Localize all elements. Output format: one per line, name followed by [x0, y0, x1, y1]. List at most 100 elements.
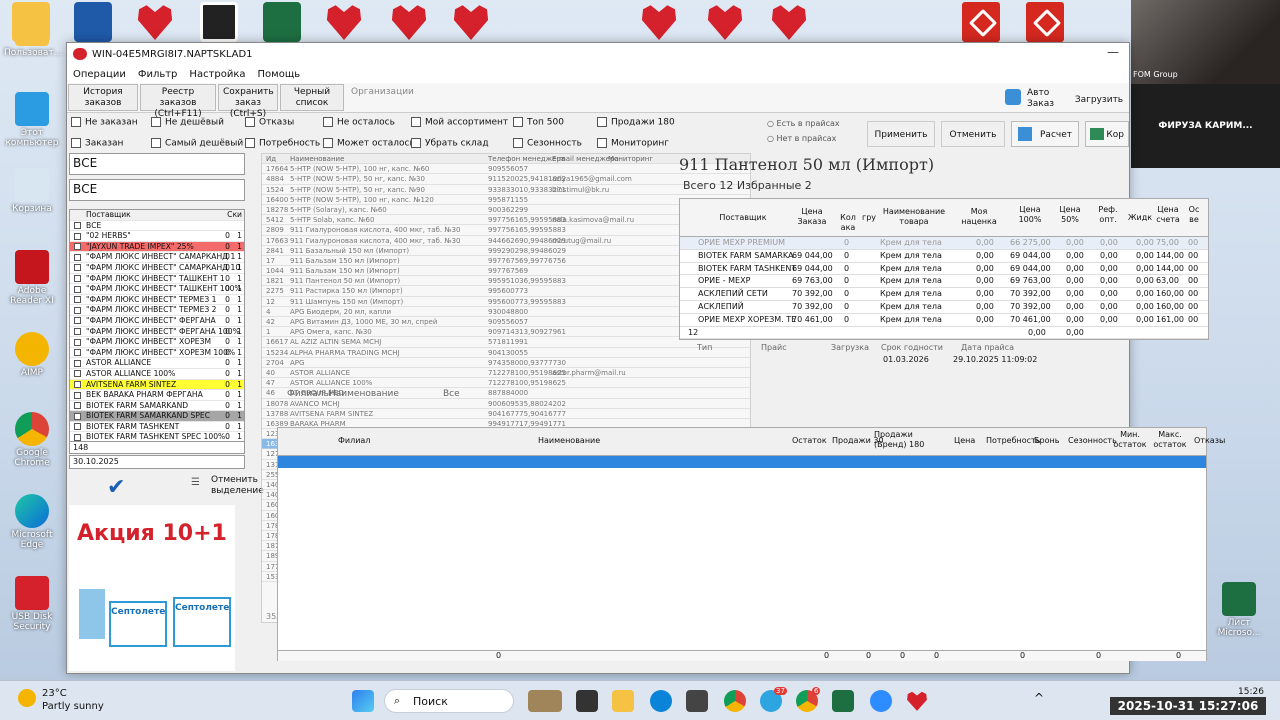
heart-app-icon-4[interactable] — [453, 5, 489, 40]
supplier-checkbox[interactable] — [74, 243, 81, 251]
clock-time[interactable]: 15:26 — [1238, 687, 1264, 697]
desktop-edge[interactable]: Microsoft Edge — [4, 494, 60, 550]
chrome-taskbar-icon[interactable] — [724, 690, 746, 712]
price-offer-row[interactable]: АСКЛЕПИЙ 70 392,00 0 Крем для тела 0,00 70 39… — [680, 301, 1208, 314]
weather-temp[interactable]: 23°C — [42, 688, 67, 699]
order-registry-button[interactable]: Реестр заказов (Ctrl+F11) — [140, 84, 216, 119]
save-order-button[interactable]: Сохранить заказ (Ctrl+S) — [218, 84, 278, 119]
organization-row[interactable]: 40 ASTOR ALLIANCE 712278100,95198625 astor.… — [262, 368, 750, 379]
filter-not-ordered[interactable]: Не заказан — [71, 117, 138, 128]
price-offer-row[interactable]: ОРИЕ МЕХР PREMIUM 0 Крем для тела 0,00 66 27… — [680, 237, 1208, 250]
category-filter-field[interactable]: ВСЕ — [69, 179, 245, 201]
desktop-user-folder[interactable]: Пользоват... — [4, 12, 62, 58]
desktop-chrome[interactable]: Google Chrome — [4, 412, 60, 468]
supplier-checkbox[interactable] — [74, 253, 81, 261]
order-history-button[interactable]: История заказов — [68, 84, 138, 111]
confirm-check-icon[interactable]: ✔ — [107, 475, 125, 500]
supplier-row[interactable]: AVITSENA FARM SINTEZ 0 1 — [70, 379, 244, 391]
group-filter-field[interactable]: ВСЕ — [69, 153, 245, 175]
edge-taskbar-icon[interactable] — [650, 690, 672, 712]
organization-row[interactable]: 1821 911 Пантенол 50 мл (Импорт) 995951036… — [262, 276, 750, 287]
load-button[interactable]: Загрузить — [1069, 85, 1129, 115]
file-explorer-icon[interactable] — [612, 690, 634, 712]
supplier-row[interactable]: ASTOR ALLIANCE 100% 0 1 — [70, 369, 244, 380]
supplier-checkbox[interactable] — [74, 285, 81, 293]
radio-not-in-price[interactable]: ○ Нет в прайсах — [767, 134, 836, 143]
organizations-button[interactable]: Организации — [346, 84, 416, 111]
price-offer-row[interactable]: ОРИЕ МЕХР ХОРЕЗМ. ТЕ 70 461,00 0 Крем для т… — [680, 314, 1208, 327]
organization-row[interactable]: 42 APG Витамин Д3, 1000 МЕ, 30 мл, спрей 9… — [262, 317, 750, 328]
desktop-adobe-reader[interactable]: Adobe Reader XI — [4, 250, 60, 306]
supplier-row[interactable]: "ФАРМ ЛЮКС ИНВЕСТ" ТЕРМЕЗ 1 01 — [70, 295, 244, 306]
supplier-row[interactable]: "ФАРМ ЛЮКС ИНВЕСТ" САМАРКАНД 10 0 1 — [70, 263, 244, 274]
zoom-icon[interactable] — [870, 690, 892, 712]
supplier-checkbox[interactable] — [74, 412, 81, 420]
supplier-row[interactable]: BEK BARAKA PHARM ФЕРГАНА 0 1 — [70, 390, 244, 401]
organization-row[interactable]: 18078 AVANCO MCHJ 900609535,88024202 — [262, 399, 750, 409]
organization-row[interactable]: 1044 911 Бальзам 150 мл (Импорт) 997767569 — [262, 266, 750, 277]
supplier-checkbox[interactable] — [74, 232, 81, 240]
calc-button[interactable]: Расчет — [1011, 121, 1079, 147]
price-offer-row[interactable]: BIOTEK FARM SAMARKA 69 044,00 0 Крем для те… — [680, 250, 1208, 263]
date-field[interactable]: 30.10.2025 — [69, 455, 245, 469]
correction-button[interactable]: Кор — [1085, 121, 1129, 147]
filter-monitoring[interactable]: Мониторинг — [597, 138, 669, 149]
supplier-checkbox[interactable] — [74, 349, 81, 357]
menu-filter[interactable]: Фильтр — [138, 69, 178, 80]
organization-row[interactable]: 15234 ALPHA PHARMA TRADING MCHJ 904130055 — [262, 348, 750, 358]
supplier-checkbox[interactable] — [74, 423, 81, 431]
widget-image-icon[interactable] — [528, 690, 562, 712]
desktop-this-pc[interactable]: Этот компьютер — [4, 92, 60, 148]
filter-my-assortment[interactable]: Мой ассортимент — [411, 117, 508, 128]
organization-row[interactable]: 2704 APG 974358000,93777730 — [262, 358, 750, 368]
filter-need[interactable]: Потребность — [245, 138, 320, 149]
organization-row[interactable]: 1 APG Омега, капс. №30 909714313,90927961 — [262, 327, 750, 338]
winrar-icon[interactable] — [200, 2, 238, 42]
organization-row[interactable]: 4884 5-HTP (NOW 5-HTP), 50 нг, капс. №30 9… — [262, 174, 750, 185]
store-icon[interactable] — [686, 690, 708, 712]
price-offer-row[interactable]: BIOTEK FARM TASHKENT 69 044,00 0 Крем для т… — [680, 263, 1208, 276]
filter-seasonality[interactable]: Сезонность — [513, 138, 582, 149]
task-view-icon[interactable] — [576, 690, 598, 712]
organization-row[interactable]: 16400 5-HTP (NOW 5-HTP), 100 нг, капс. №1… — [262, 195, 750, 205]
heart-app-icon-5[interactable] — [641, 5, 677, 40]
organization-row[interactable]: 17 911 Бальзам 150 мл (Импорт) 997767569,9… — [262, 256, 750, 267]
supplier-row[interactable]: ASTOR ALLIANCE 0 1 — [70, 358, 244, 369]
start-icon[interactable] — [352, 690, 374, 712]
supplier-checkbox[interactable] — [74, 306, 81, 314]
anydesk-icon[interactable] — [962, 2, 1000, 42]
apply-button[interactable]: Применить — [867, 121, 935, 147]
filter-cheapest[interactable]: Самый дешёвый — [151, 138, 243, 149]
organization-row[interactable]: 2275 911 Растирка 150 мл (Импорт) 99560077… — [262, 286, 750, 297]
search-box[interactable]: ⌕ Поиск — [384, 689, 514, 713]
supplier-row[interactable]: BIOTEK FARM SAMARKAND 0 1 — [70, 401, 244, 412]
selected-branch-row[interactable] — [278, 456, 1206, 468]
organization-row[interactable]: 5412 5-HTP Solab, капс. №60 997756165,9959… — [262, 215, 750, 226]
supplier-row[interactable]: "ФАРМ ЛЮКС ИНВЕСТ" ТАШКЕНТ 100% 0 1 — [70, 284, 244, 295]
desktop-aimp[interactable]: AIMP — [4, 332, 60, 378]
organization-row[interactable]: 13788 AVITSENA FARM SINTEZ 904167775,90416… — [262, 409, 750, 419]
minimize-icon[interactable]: — — [1107, 45, 1119, 59]
supplier-checkbox[interactable] — [74, 338, 81, 346]
heart-app-icon-3[interactable] — [391, 5, 427, 40]
organization-row[interactable]: 1524 5-HTP (NOW 5-HTP), 50 нг, капс. №90 9… — [262, 185, 750, 195]
supplier-row[interactable]: "ФАРМ ЛЮКС ИНВЕСТ" ТЕРМЕЗ 2 01 — [70, 305, 244, 316]
supplier-row[interactable]: "JAYXUN TRADE IMPEX" 25% 0 1 — [70, 241, 244, 253]
supplier-row[interactable]: "ФАРМ ЛЮКС ИНВЕСТ" ФЕРГАНА 100% 0 1 — [70, 327, 244, 338]
supplier-checkbox[interactable] — [74, 359, 81, 367]
filter-not-cheap[interactable]: Не дешёвый — [151, 117, 224, 128]
menu-help[interactable]: Помощь — [258, 69, 301, 80]
supplier-checkbox[interactable] — [74, 391, 81, 399]
weather-desc[interactable]: Partly sunny — [42, 701, 104, 712]
excel-taskbar-icon[interactable] — [832, 690, 854, 712]
desktop-usb-security[interactable]: USB Disk Security — [4, 576, 60, 632]
filter-ordered[interactable]: Заказан — [71, 138, 123, 149]
chevron-up-icon[interactable]: ^ — [1034, 691, 1044, 705]
filter-none-left[interactable]: Не осталось — [323, 117, 395, 128]
heart-app-icon-2[interactable] — [326, 5, 362, 40]
supplier-checkbox[interactable] — [74, 317, 81, 325]
price-offer-row[interactable]: АСКЛЕПИЙ СЕТИ 70 392,00 0 Крем для тела 0,00… — [680, 288, 1208, 301]
auto-order-button[interactable]: Авто Заказ — [1001, 85, 1061, 115]
supplier-checkbox[interactable] — [74, 264, 81, 272]
supplier-checkbox[interactable] — [74, 381, 81, 388]
